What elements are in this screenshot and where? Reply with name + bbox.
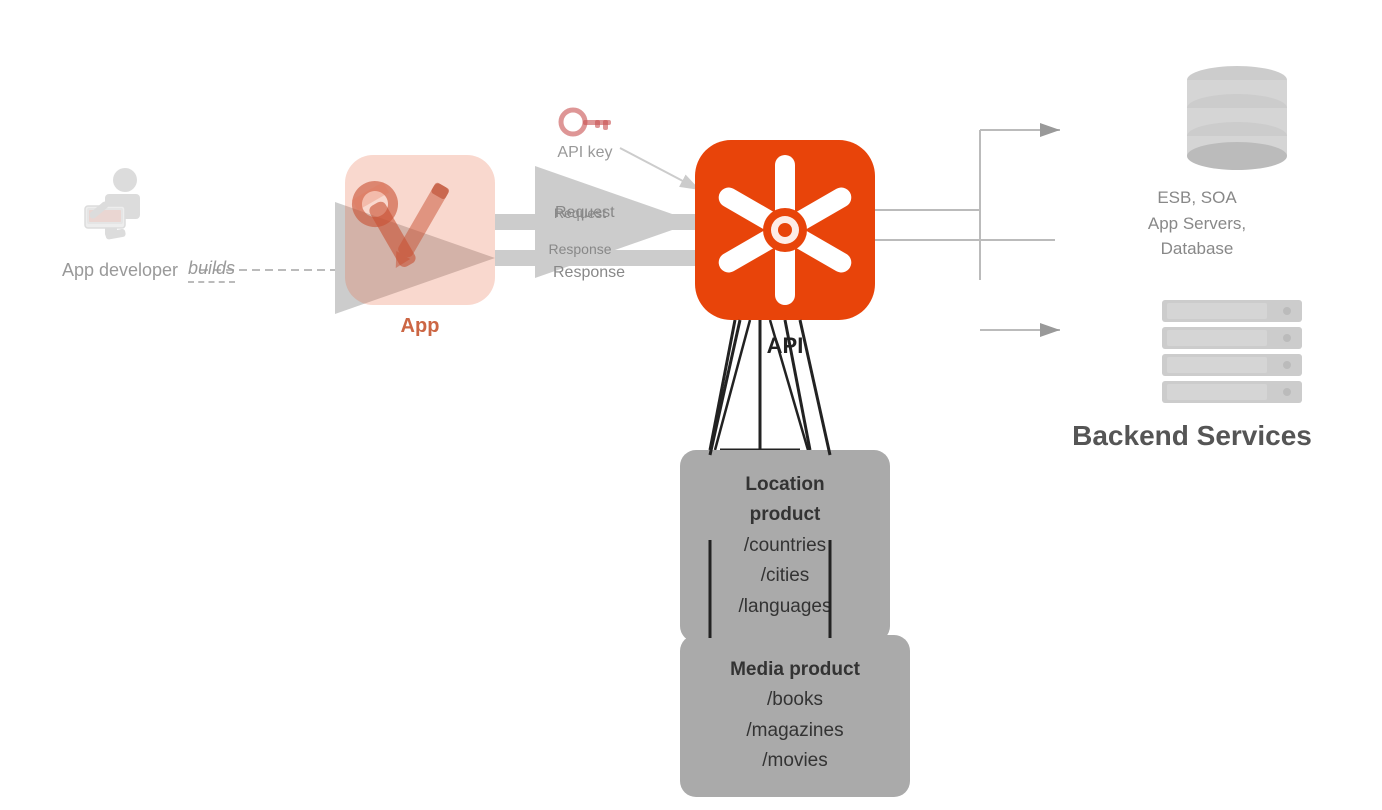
diagram-container: Request Response <box>0 0 1382 810</box>
api-key-label: API key <box>557 144 612 162</box>
developer-icon <box>75 160 165 250</box>
api-label: API <box>740 333 830 359</box>
location-route-2: /cities <box>710 561 860 591</box>
media-product-title: Media product <box>710 655 880 685</box>
media-product-box: Media product /books /magazines /movies <box>680 635 910 797</box>
esb-soa-label: ESB, SOAApp Servers,Database <box>1072 185 1322 262</box>
svg-text:Response: Response <box>548 241 611 257</box>
media-route-2: /magazines <box>710 716 880 746</box>
builds-label: builds <box>188 258 235 283</box>
database-icon <box>1172 55 1302 175</box>
location-product-title: Location product <box>710 470 860 531</box>
response-label: Response <box>553 264 625 282</box>
api-box <box>695 140 875 320</box>
location-route-3: /languages <box>710 592 860 622</box>
app-developer-label: App developer <box>62 260 178 281</box>
app-box <box>345 155 495 305</box>
location-route-1: /countries <box>710 531 860 561</box>
media-route-3: /movies <box>710 746 880 776</box>
app-label: App <box>380 315 460 338</box>
api-key-icon <box>555 100 615 140</box>
request-label: Request <box>555 204 615 222</box>
backend-services-label: Backend Services <box>1062 420 1322 452</box>
app-icon <box>345 155 495 305</box>
media-route-1: /books <box>710 685 880 715</box>
api-key-area: API key <box>555 100 615 162</box>
api-icon <box>695 140 875 320</box>
app-developer: App developer <box>40 160 200 281</box>
database-icon-area <box>1172 55 1302 180</box>
location-product-box: Location product /countries /cities /lan… <box>680 450 890 642</box>
server-icon <box>1157 295 1307 415</box>
server-icon-area <box>1157 295 1307 420</box>
